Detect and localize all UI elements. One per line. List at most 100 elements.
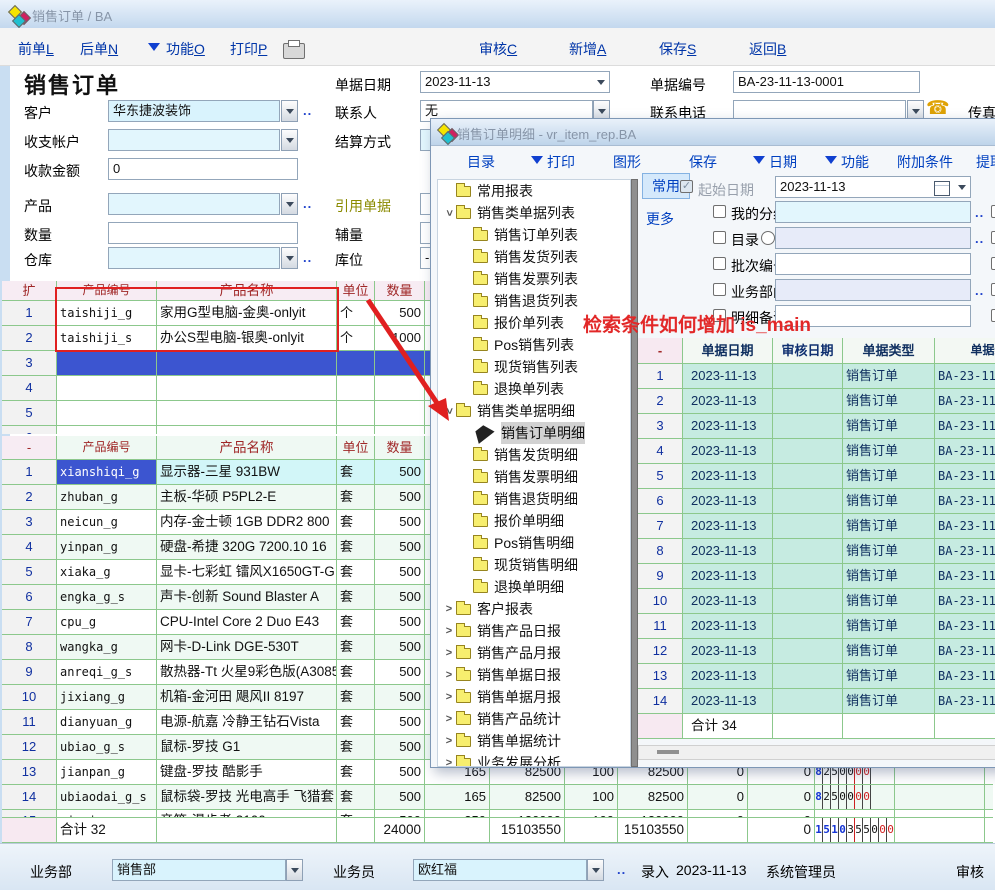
report-row[interactable]: 14 2023-11-13 销售订单 BA-23-11-1: [638, 689, 995, 714]
tree-item[interactable]: > 销售订单明细: [438, 422, 630, 444]
popup-menu-save[interactable]: 保存: [689, 152, 717, 172]
table-row[interactable]: 4: [2, 376, 434, 401]
product-dropdown-icon[interactable]: [281, 193, 298, 215]
popup-menu-date[interactable]: 日期: [769, 152, 797, 172]
menu-save[interactable]: 保存S: [659, 39, 696, 59]
salesman-lookup-button[interactable]: ..: [617, 862, 626, 877]
tree-splitter[interactable]: [631, 179, 638, 767]
tree-item[interactable]: > 退换单列表: [438, 378, 630, 400]
dept-lookup-button[interactable]: ..: [975, 283, 984, 298]
menu-back[interactable]: 返回B: [749, 39, 786, 59]
clipped-checkbox[interactable]: [991, 257, 995, 270]
customer-combo[interactable]: 华东捷波装饰: [108, 100, 280, 122]
catalog-combo[interactable]: [775, 227, 971, 249]
popup-titlebar[interactable]: 销售订单明细 - vr_item_rep.BA: [431, 119, 995, 146]
report-row[interactable]: 8 2023-11-13 销售订单 BA-23-11-1: [638, 539, 995, 564]
product-combo[interactable]: [108, 193, 280, 215]
chevron-icon[interactable]: >: [442, 708, 456, 730]
report-hscrollbar[interactable]: [638, 745, 995, 760]
popup-print-arrow-icon[interactable]: [531, 156, 543, 164]
batch-checkbox[interactable]: [713, 257, 726, 270]
catalog-radio[interactable]: [761, 231, 775, 245]
report-row[interactable]: 1 2023-11-13 销售订单 BA-23-11-1: [638, 364, 995, 389]
group-lookup-button[interactable]: ..: [975, 205, 984, 220]
report-row[interactable]: 3 2023-11-13 销售订单 BA-23-11-1: [638, 414, 995, 439]
menu-prev-doc[interactable]: 前单L: [18, 39, 54, 59]
catalog-checkbox[interactable]: [713, 231, 726, 244]
tree-item[interactable]: > Pos销售列表: [438, 334, 630, 356]
tree-item[interactable]: > 常用报表: [438, 180, 630, 202]
tree-item[interactable]: > 客户报表: [438, 598, 630, 620]
tree-item[interactable]: > 销售发货明细: [438, 444, 630, 466]
note-input[interactable]: [775, 305, 971, 327]
table-row[interactable]: 6: [2, 426, 434, 434]
product-lookup-button[interactable]: ..: [303, 196, 312, 211]
tree-item[interactable]: > 销售退货明细: [438, 488, 630, 510]
table-row[interactable]: 2 taishiji_s 办公S型电脑-银奥-onlyit 个 1000: [2, 326, 434, 351]
tree-item[interactable]: > 报价单列表: [438, 312, 630, 334]
warehouse-dropdown-icon[interactable]: [281, 247, 298, 269]
qty-input[interactable]: [108, 222, 298, 244]
tree-item[interactable]: > 销售发货列表: [438, 246, 630, 268]
report-row[interactable]: 2 2023-11-13 销售订单 BA-23-11-1: [638, 389, 995, 414]
clipped-checkbox[interactable]: [991, 231, 995, 244]
table-row[interactable]: 15 yinxiang 音箱-漫步者 2100 套 500 250 130000…: [2, 810, 993, 818]
tree-item[interactable]: > 销售产品月报: [438, 642, 630, 664]
menu-func-arrow-icon[interactable]: [148, 43, 160, 51]
salesman-dropdown-icon[interactable]: [587, 859, 604, 881]
tree-item[interactable]: > 销售订单列表: [438, 224, 630, 246]
ref-doc-label[interactable]: 引用单据: [335, 196, 391, 216]
start-date-checkbox[interactable]: ✓: [680, 180, 693, 193]
tree-item[interactable]: > 销售类单据列表: [438, 202, 630, 224]
account-combo[interactable]: [108, 129, 280, 151]
tab-more[interactable]: 更多: [646, 209, 674, 229]
tree-item[interactable]: > 销售单据日报: [438, 664, 630, 686]
report-row[interactable]: 11 2023-11-13 销售订单 BA-23-11-1: [638, 614, 995, 639]
clipped-checkbox[interactable]: [991, 205, 995, 218]
popup-menu-graph[interactable]: 图形: [613, 152, 641, 172]
doc-date-combo[interactable]: 2023-11-13: [420, 71, 610, 93]
tree-item[interactable]: > 销售单据月报: [438, 686, 630, 708]
warehouse-combo[interactable]: [108, 247, 280, 269]
tree-item[interactable]: > 销售退货列表: [438, 290, 630, 312]
tree-item[interactable]: > 销售单据统计: [438, 730, 630, 752]
group-checkbox[interactable]: [713, 205, 726, 218]
tree-item[interactable]: > 销售产品统计: [438, 708, 630, 730]
popup-func-arrow-icon[interactable]: [825, 156, 837, 164]
menu-add[interactable]: 新增A: [569, 39, 606, 59]
customer-lookup-button[interactable]: ..: [303, 103, 312, 118]
tree-item[interactable]: > Pos销售明细: [438, 532, 630, 554]
chevron-icon[interactable]: >: [442, 642, 456, 664]
tree-item[interactable]: > 退换单明细: [438, 576, 630, 598]
clipped-checkbox[interactable]: [991, 283, 995, 296]
report-row[interactable]: 7 2023-11-13 销售订单 BA-23-11-1: [638, 514, 995, 539]
tree-item[interactable]: > 报价单明细: [438, 510, 630, 532]
report-row[interactable]: 6 2023-11-13 销售订单 BA-23-11-1: [638, 489, 995, 514]
catalog-lookup-button[interactable]: ..: [975, 231, 984, 246]
popup-menu-extract[interactable]: 提取: [976, 152, 995, 172]
table-row[interactable]: 5: [2, 401, 434, 426]
batch-input[interactable]: [775, 253, 971, 275]
tree-item[interactable]: > 销售产品日报: [438, 620, 630, 642]
chevron-icon[interactable]: >: [442, 686, 456, 708]
tree-item[interactable]: > 销售发票明细: [438, 466, 630, 488]
doc-no-input[interactable]: BA-23-11-13-0001: [733, 71, 920, 93]
warehouse-lookup-button[interactable]: ..: [303, 250, 312, 265]
account-dropdown-icon[interactable]: [281, 129, 298, 151]
clipped-checkbox[interactable]: [991, 309, 995, 322]
start-date-input[interactable]: 2023-11-13: [775, 176, 971, 198]
table-row[interactable]: 1 taishiji_g 家用G型电脑-金奥-onlyit 个 500: [2, 301, 434, 326]
report-row[interactable]: 13 2023-11-13 销售订单 BA-23-11-1: [638, 664, 995, 689]
dept-filter-combo[interactable]: [775, 279, 971, 301]
tree-item[interactable]: > 销售发票列表: [438, 268, 630, 290]
scrollbar-thumb[interactable]: [657, 750, 679, 754]
report-row[interactable]: 4 2023-11-13 销售订单 BA-23-11-1: [638, 439, 995, 464]
report-row[interactable]: 9 2023-11-13 销售订单 BA-23-11-1: [638, 564, 995, 589]
popup-menu-extra-conditions[interactable]: 附加条件: [897, 152, 953, 172]
report-row[interactable]: 10 2023-11-13 销售订单 BA-23-11-1: [638, 589, 995, 614]
note-checkbox[interactable]: [713, 309, 726, 322]
report-row[interactable]: 5 2023-11-13 销售订单 BA-23-11-1: [638, 464, 995, 489]
telephone-icon[interactable]: ☎: [926, 97, 950, 120]
dept-filter-checkbox[interactable]: [713, 283, 726, 296]
menu-functions[interactable]: 功能O: [166, 39, 205, 59]
